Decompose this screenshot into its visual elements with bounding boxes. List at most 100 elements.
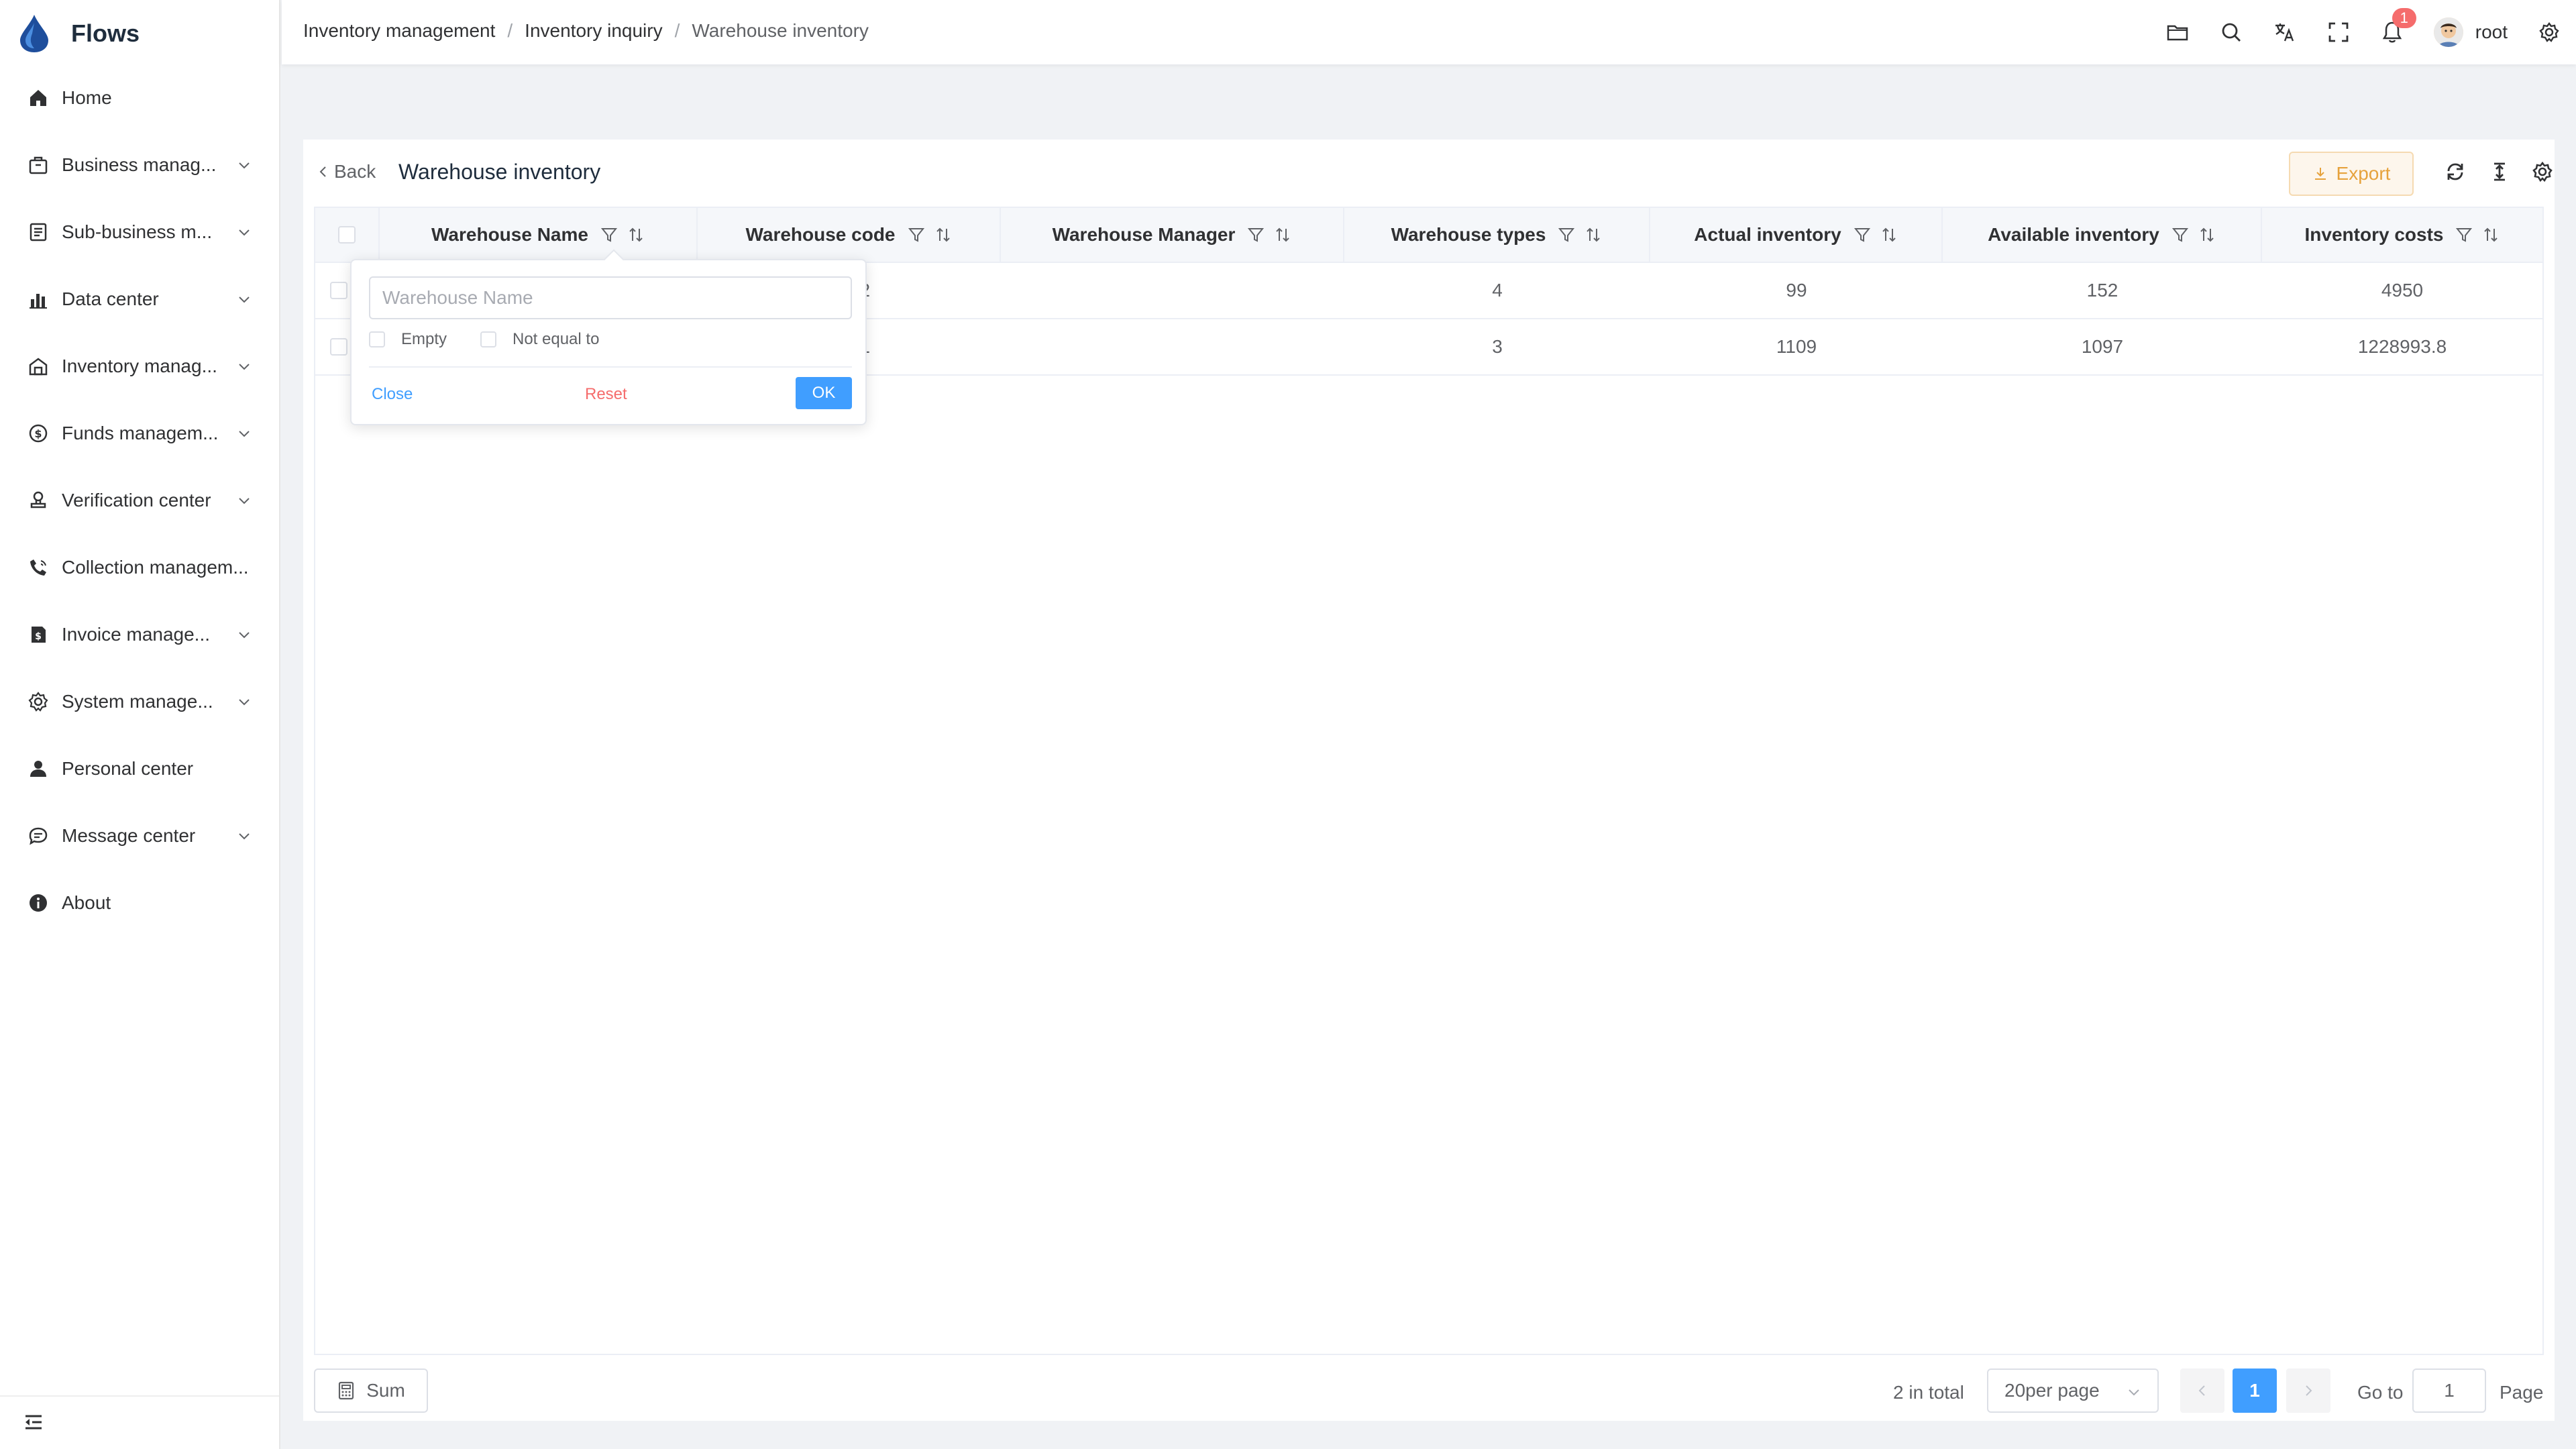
breadcrumb: Inventory management / Inventory inquiry…: [303, 20, 869, 42]
reset-button[interactable]: Reset: [585, 385, 627, 404]
column-header-inventory-costs[interactable]: Inventory costs: [2262, 208, 2542, 262]
column-title: Warehouse Manager: [1052, 224, 1236, 245]
export-button[interactable]: Export: [2289, 152, 2414, 196]
folder-icon[interactable]: [2165, 20, 2190, 44]
breadcrumb-separator: /: [674, 20, 680, 41]
briefcase-icon: [27, 154, 50, 176]
breadcrumb-item[interactable]: Inventory management: [303, 20, 495, 42]
sort-icon[interactable]: [627, 226, 645, 244]
page-size-select[interactable]: 20per page: [1987, 1368, 2159, 1413]
sidebar-item-label: Inventory manag...: [62, 356, 217, 376]
fullscreen-icon[interactable]: [2326, 20, 2351, 44]
sidebar-item-collection-management[interactable]: Collection managem...: [0, 534, 279, 601]
sidebar-item-label: Sub-business m...: [62, 221, 213, 242]
warehouse-name-filter-input[interactable]: [369, 276, 852, 319]
sidebar-item-invoice-management[interactable]: $ Invoice manage...: [0, 601, 279, 668]
download-icon: [2314, 168, 2326, 180]
notification-bell-icon[interactable]: 1: [2380, 8, 2416, 44]
sort-icon[interactable]: [1274, 226, 1291, 244]
column-title: Inventory costs: [2304, 224, 2444, 245]
sidebar-item-label: System manage...: [62, 691, 213, 712]
not-equal-checkbox[interactable]: [480, 331, 496, 347]
empty-checkbox[interactable]: [369, 331, 385, 347]
chevron-down-icon: [239, 833, 250, 840]
column-header-warehouse-code[interactable]: Warehouse code: [698, 208, 1001, 262]
sort-icon[interactable]: [2198, 226, 2216, 244]
sort-icon[interactable]: [934, 226, 952, 244]
sidebar-item-label: Message center: [62, 825, 196, 846]
refresh-icon[interactable]: [2445, 161, 2466, 182]
filter-icon[interactable]: [600, 226, 618, 244]
filter-icon[interactable]: [1247, 226, 1265, 244]
notification-badge: 1: [2392, 8, 2416, 28]
select-all-checkbox[interactable]: [338, 226, 356, 244]
goto-label: Go to: [2357, 1382, 2404, 1403]
sidebar-item-label: Funds managem...: [62, 423, 219, 443]
filter-icon[interactable]: [1854, 226, 1871, 244]
filter-icon[interactable]: [908, 226, 925, 244]
table-settings-gear-icon[interactable]: [2532, 161, 2553, 182]
app-name: Flows: [71, 19, 140, 47]
next-page-button[interactable]: [2286, 1368, 2330, 1413]
column-header-available-inventory[interactable]: Available inventory: [1943, 208, 2262, 262]
sidebar-item-business-management[interactable]: Business manag...: [0, 131, 279, 199]
filter-icon[interactable]: [2171, 226, 2189, 244]
page-number-current[interactable]: 1: [2233, 1368, 2277, 1413]
column-header-warehouse-manager[interactable]: Warehouse Manager: [1001, 208, 1344, 262]
close-button[interactable]: Close: [372, 385, 413, 404]
svg-text:$: $: [35, 631, 42, 642]
empty-option[interactable]: Empty: [369, 330, 447, 349]
sidebar-item-personal-center[interactable]: Personal center: [0, 735, 279, 802]
row-checkbox[interactable]: [330, 338, 347, 356]
row-checkbox[interactable]: [330, 282, 347, 299]
sum-button[interactable]: Sum: [314, 1368, 428, 1413]
prev-page-button[interactable]: [2180, 1368, 2224, 1413]
sum-label: Sum: [366, 1380, 405, 1401]
goto-page-input[interactable]: [2412, 1368, 2486, 1413]
column-header-warehouse-types[interactable]: Warehouse types: [1344, 208, 1650, 262]
breadcrumb-item[interactable]: Inventory inquiry: [525, 20, 662, 42]
column-header-warehouse-name[interactable]: Warehouse Name: [380, 208, 698, 262]
settings-gear-icon[interactable]: [2538, 21, 2560, 43]
avatar[interactable]: [2433, 17, 2463, 47]
column-height-icon[interactable]: [2489, 161, 2510, 182]
page-label: Page: [2500, 1382, 2544, 1403]
info-icon: [27, 892, 50, 914]
sidebar-item-verification-center[interactable]: Verification center: [0, 467, 279, 534]
back-button[interactable]: Back: [317, 161, 376, 182]
column-header-actual-inventory[interactable]: Actual inventory: [1650, 208, 1943, 262]
sidebar-item-label: Data center: [62, 288, 159, 309]
sidebar-item-about[interactable]: About: [0, 869, 279, 936]
user-name[interactable]: root: [2475, 21, 2508, 43]
gear-icon: [27, 690, 50, 713]
sidebar-menu: Home Business manag... Sub-business m...…: [0, 64, 279, 936]
ok-button[interactable]: OK: [796, 377, 852, 409]
column-title: Warehouse types: [1391, 224, 1546, 245]
sidebar-item-label: Business manag...: [62, 154, 217, 175]
svg-text:$: $: [34, 427, 42, 440]
sidebar-item-inventory-management[interactable]: Inventory manag...: [0, 333, 279, 400]
translate-icon[interactable]: [2273, 20, 2297, 44]
home-icon: [27, 87, 50, 109]
cell-warehouse-types: 4: [1492, 280, 1503, 301]
sort-icon[interactable]: [1585, 226, 1602, 244]
sidebar-item-system-management[interactable]: System manage...: [0, 668, 279, 735]
filter-icon[interactable]: [1558, 226, 1575, 244]
sidebar-item-home[interactable]: Home: [0, 64, 279, 131]
sidebar-item-message-center[interactable]: Message center: [0, 802, 279, 869]
sort-icon[interactable]: [1880, 226, 1898, 244]
table-header: Warehouse Name Warehouse code Warehouse …: [315, 208, 2542, 263]
filter-icon[interactable]: [2455, 226, 2473, 244]
app-logo[interactable]: Flows: [16, 13, 140, 54]
sidebar-item-sub-business[interactable]: Sub-business m...: [0, 199, 279, 266]
total-count: 2 in total: [1893, 1382, 1964, 1403]
sidebar-item-label: Invoice manage...: [62, 624, 211, 645]
sidebar-item-data-center[interactable]: Data center: [0, 266, 279, 333]
sort-icon[interactable]: [2482, 226, 2500, 244]
not-equal-option[interactable]: Not equal to: [480, 330, 599, 349]
search-icon[interactable]: [2219, 20, 2243, 44]
chevron-down-icon: [239, 162, 250, 169]
cell-actual-inventory: 99: [1786, 280, 1807, 301]
collapse-menu-icon[interactable]: [23, 1411, 44, 1433]
sidebar-item-funds-management[interactable]: $ Funds managem...: [0, 400, 279, 467]
